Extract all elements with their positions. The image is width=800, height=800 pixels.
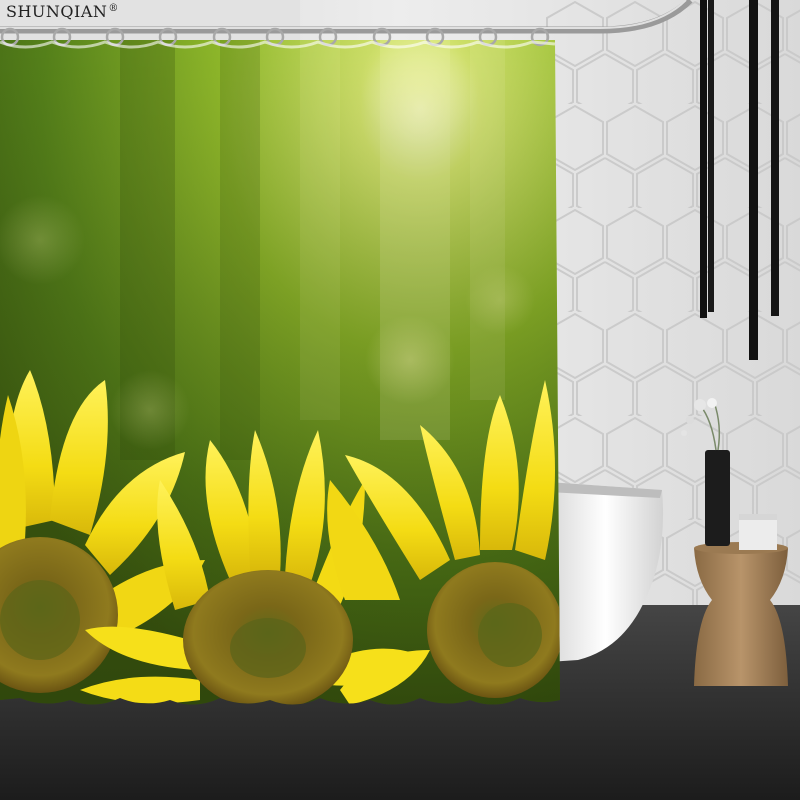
shower-curtain xyxy=(0,40,560,705)
brand-name: SHUNQIAN xyxy=(6,2,108,21)
product-photo: SHUNQIAN® xyxy=(0,0,800,800)
white-box xyxy=(739,514,777,550)
wooden-stool xyxy=(694,542,788,686)
brand-watermark: SHUNQIAN® xyxy=(6,2,119,21)
registered-mark: ® xyxy=(108,2,119,14)
bathroom-scene xyxy=(0,0,800,800)
